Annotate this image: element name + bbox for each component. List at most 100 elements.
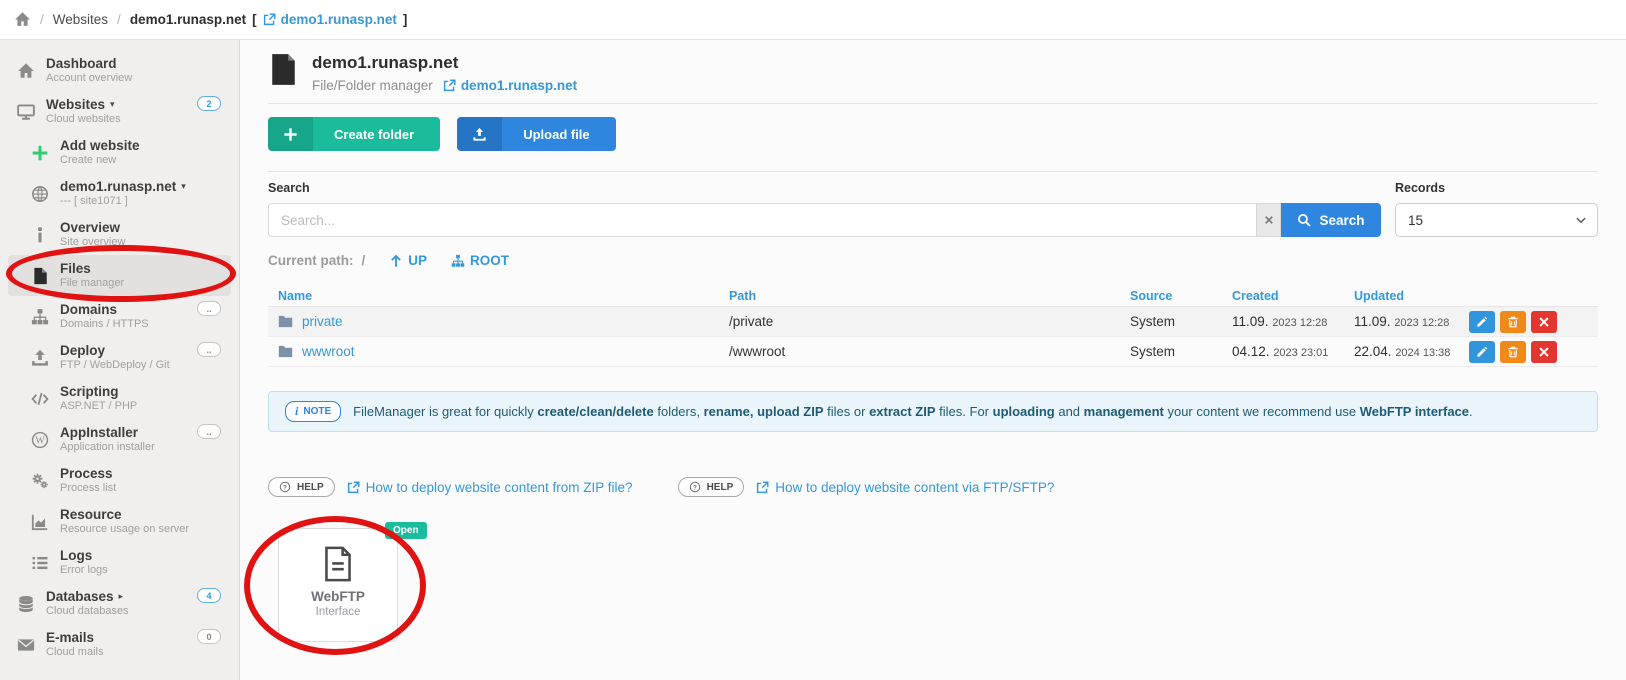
sidebar-item-sublabel: Domains / HTTPS (60, 317, 149, 330)
search-input[interactable] (268, 203, 1256, 237)
sidebar-item-sublabel: Cloud databases (46, 604, 129, 617)
open-badge[interactable]: Open (385, 522, 427, 539)
cell-path: /private (729, 314, 774, 329)
search-row: Search (268, 203, 1381, 237)
sidebar-item-files[interactable]: Files File manager (8, 255, 231, 296)
header-site-link[interactable]: demo1.runasp.net (443, 78, 577, 93)
cell-path: /wwwroot (729, 344, 786, 359)
sidebar-item-sublabel: Process list (60, 481, 117, 494)
files-table: Name Path Source Created Updated private… (268, 285, 1598, 367)
sidebar-nav: Dashboard Account overview Websites ▾ Cl… (0, 50, 239, 665)
count-badge: 0 (197, 629, 221, 644)
sitemap-icon (451, 254, 465, 268)
divider (268, 171, 1598, 172)
info-icon: i (295, 404, 299, 418)
x-icon (1538, 346, 1550, 358)
caret-icon: ▾ (181, 181, 186, 191)
breadcrumb: / Websites / demo1.runasp.net [ demo1.ru… (0, 0, 1626, 40)
sidebar-item-domains[interactable]: Domains Domains / HTTPS .. (8, 296, 231, 337)
database-icon (16, 595, 36, 613)
delete-button[interactable] (1500, 310, 1526, 333)
webftp-subtitle: Interface (315, 606, 361, 618)
svg-text:?: ? (693, 484, 697, 491)
external-link-icon (756, 480, 769, 494)
search-button[interactable]: Search (1281, 203, 1381, 237)
table-header-source[interactable]: Source (1128, 289, 1230, 303)
folder-name-link[interactable]: wwwroot (302, 344, 355, 359)
help-row: ? HELP How to deploy website content fro… (268, 477, 1054, 497)
home-icon (16, 62, 36, 80)
sidebar-item-site[interactable]: demo1.runasp.net ▾ --- [ site1071 ] (8, 173, 231, 214)
up-link[interactable]: UP (389, 253, 427, 268)
sidebar-item-add-website[interactable]: Add website Create new (8, 132, 231, 173)
root-link[interactable]: ROOT (451, 253, 509, 268)
sidebar-item-dashboard[interactable]: Dashboard Account overview (8, 50, 231, 91)
sidebar-item-sublabel: Resource usage on server (60, 522, 190, 535)
edit-button[interactable] (1469, 310, 1495, 333)
sidebar-item-logs[interactable]: Logs Error logs (8, 542, 231, 583)
records-select[interactable]: 15 (1395, 203, 1598, 237)
table-header-name[interactable]: Name (268, 289, 727, 303)
clear-search-button[interactable] (1256, 203, 1281, 237)
table-header-path[interactable]: Path (727, 289, 1128, 303)
edit-button[interactable] (1469, 340, 1495, 363)
breadcrumb-current: demo1.runasp.net (129, 12, 247, 27)
upload-icon (30, 349, 50, 367)
sidebar-item-sublabel: Cloud websites (46, 112, 121, 125)
upload-file-button[interactable]: Upload file (457, 117, 616, 151)
sidebar-item-databases[interactable]: Databases ▸ Cloud databases 4 (8, 583, 231, 624)
folder-icon (278, 345, 293, 358)
folder-icon (278, 315, 293, 328)
note-text: FileManager is great for quickly create/… (353, 404, 1473, 419)
sidebar-item-sublabel: --- [ site1071 ] (60, 194, 128, 207)
breadcrumb-separator: / (117, 12, 121, 27)
help-link[interactable]: How to deploy website content via FTP/SF… (756, 480, 1054, 495)
sidebar-item-websites[interactable]: Websites ▾ Cloud websites 2 (8, 91, 231, 132)
sidebar-item-label: Databases (46, 588, 114, 604)
sidebar-item-sublabel: Site overview (60, 235, 126, 248)
external-link-icon (443, 79, 456, 92)
page-header: demo1.runasp.net File/Folder manager dem… (270, 53, 577, 93)
create-folder-button[interactable]: Create folder (268, 117, 441, 151)
table-header-updated[interactable]: Updated (1352, 289, 1467, 303)
sidebar-item-process[interactable]: Process Process list (8, 460, 231, 501)
toolbar: Create folder Upload file (268, 117, 616, 151)
count-badge: .. (197, 342, 221, 357)
home-icon[interactable] (14, 11, 31, 28)
webftp-tile[interactable]: WebFTP Interface (278, 528, 398, 642)
sidebar-item-resource[interactable]: Resource Resource usage on server (8, 501, 231, 542)
question-icon: ? (279, 481, 291, 493)
folder-name-link[interactable]: private (302, 314, 343, 329)
count-badge: .. (197, 424, 221, 439)
plus-icon (283, 127, 298, 142)
help-item: ? HELP How to deploy website content via… (677, 477, 1054, 497)
sidebar-item-appinstaller[interactable]: W AppInstaller Application installer .. (8, 419, 231, 460)
sidebar-item-deploy[interactable]: Deploy FTP / WebDeploy / Git .. (8, 337, 231, 378)
sidebar-item-label: Overview (60, 219, 121, 235)
help-link[interactable]: How to deploy website content from ZIP f… (347, 480, 633, 495)
remove-button[interactable] (1531, 310, 1557, 333)
monitor-icon (16, 103, 36, 121)
globe-icon (30, 185, 50, 203)
remove-button[interactable] (1531, 340, 1557, 363)
external-link-icon (263, 13, 276, 26)
table-header-created[interactable]: Created (1230, 289, 1352, 303)
breadcrumb-site-link[interactable]: demo1.runasp.net (263, 12, 397, 27)
sidebar-item-label: E-mails (46, 629, 95, 645)
sidebar-item-scripting[interactable]: Scripting ASP.NET / PHP (8, 378, 231, 419)
breadcrumb-bracket-close: ] (402, 12, 408, 27)
sidebar-item-sublabel: Error logs (60, 563, 108, 576)
sidebar-item-emails[interactable]: E-mails Cloud mails 0 (8, 624, 231, 665)
svg-text:W: W (35, 435, 45, 446)
file-icon (270, 53, 297, 86)
info-icon (30, 226, 50, 244)
current-path-label: Current path: (268, 253, 354, 268)
upload-icon (472, 127, 487, 142)
pencil-icon (1476, 346, 1488, 358)
breadcrumb-item-websites[interactable]: Websites (53, 12, 108, 27)
delete-button[interactable] (1500, 340, 1526, 363)
records-select-wrap: 15 (1395, 203, 1598, 237)
file-icon (30, 267, 50, 285)
sidebar-item-overview[interactable]: Overview Site overview (8, 214, 231, 255)
wordpress-icon: W (30, 431, 50, 449)
